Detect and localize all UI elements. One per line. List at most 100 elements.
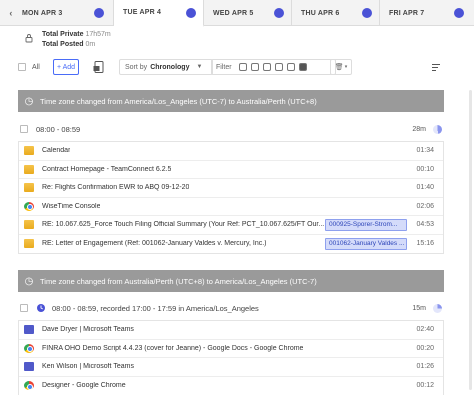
select-all-checkbox[interactable] — [18, 63, 26, 71]
filter-person-icon[interactable] — [238, 63, 247, 71]
totals-summary: Total Private 17h57m Total Posted 0m — [42, 30, 111, 50]
filter-link-icon[interactable] — [262, 63, 271, 71]
list-item[interactable]: RE: 10.067.625_Force Touch Filing Offici… — [19, 216, 443, 235]
folder-icon — [24, 183, 34, 193]
group-checkbox[interactable] — [20, 125, 28, 133]
activity-list: Calendar 01:34 Contract Homepage - TeamC… — [18, 141, 444, 254]
item-time: 01:40 — [416, 184, 434, 192]
item-title: RE: Letter of Engagement (Ref: 001062-Ja… — [42, 240, 267, 248]
document-icon[interactable] — [92, 60, 106, 74]
delete-button[interactable]: 🗑 ▾ — [330, 59, 352, 75]
item-time: 00:10 — [416, 165, 434, 173]
teams-icon — [24, 362, 34, 372]
item-title: FINRA OHO Demo Script 4.4.23 (cover for … — [42, 344, 304, 352]
group-time-range: 08:00 - 08:59, recorded 17:00 - 17:59 in… — [52, 303, 259, 313]
matter-tag[interactable]: 000925-Sporer-Strom... — [325, 218, 407, 231]
list-item[interactable]: Calendar 01:34 — [19, 142, 443, 161]
filter-lock-icon[interactable] — [298, 63, 307, 71]
group-checkbox[interactable] — [20, 304, 28, 312]
scrollbar[interactable] — [469, 90, 472, 390]
group-duration: 15m — [412, 304, 426, 312]
filter-bar: Filter — [211, 59, 336, 75]
menu-icon[interactable] — [432, 64, 440, 73]
item-time: 02:06 — [416, 202, 434, 210]
item-title: Ken Wilson | Microsoft Teams — [42, 363, 134, 371]
list-item[interactable]: Ken Wilson | Microsoft Teams 01:26 — [19, 358, 443, 377]
tab-thu[interactable]: THU APR 6 — [292, 0, 380, 26]
list-item[interactable]: WiseTime Console 02:06 — [19, 198, 443, 216]
filter-edit-icon[interactable] — [274, 63, 283, 71]
select-all[interactable]: All — [18, 63, 40, 71]
item-title: WiseTime Console — [42, 202, 101, 210]
list-item[interactable]: RE: Letter of Engagement (Ref: 001062-Ja… — [19, 235, 443, 254]
select-all-label: All — [32, 63, 40, 71]
chrome-icon — [24, 201, 34, 211]
item-time: 01:26 — [416, 363, 434, 371]
timezone-banner-text: Time zone changed from Australia/Perth (… — [40, 276, 317, 286]
status-dot-icon — [362, 8, 372, 18]
sort-dropdown[interactable]: Sort by Chronology ▼ — [119, 59, 213, 75]
timezone-banner-text: Time zone changed from America/Los_Angel… — [40, 96, 317, 106]
item-time: 15:16 — [416, 240, 434, 248]
sort-value: Chronology — [150, 63, 190, 71]
item-title: RE: 10.067.625_Force Touch Filing Offici… — [42, 221, 325, 229]
item-time: 00:20 — [416, 344, 434, 352]
chevron-down-icon: ▾ — [344, 64, 348, 70]
group-header: 08:00 - 08:59, recorded 17:00 - 17:59 in… — [18, 299, 444, 317]
item-time: 00:12 — [416, 382, 434, 390]
list-item[interactable]: Re: Flights Confirmation EWR to ABQ 09-1… — [19, 179, 443, 198]
item-time: 04:53 — [416, 221, 434, 229]
sort-prefix: Sort by — [125, 63, 148, 71]
chrome-icon — [24, 381, 34, 391]
status-dot-icon — [454, 8, 464, 18]
total-posted-value: 0m — [85, 41, 96, 48]
toolbar: All + Add Sort by Chronology ▼ Filter 🗑 ▾ — [18, 58, 444, 78]
total-private-value: 17h57m — [85, 31, 111, 38]
tab-label: FRI APR 7 — [389, 9, 425, 17]
item-time: 01:34 — [416, 147, 434, 155]
tab-wed[interactable]: WED APR 5 — [204, 0, 292, 26]
timezone-banner: ◷ Time zone changed from Australia/Perth… — [18, 270, 444, 292]
chevron-left-icon[interactable]: ‹ — [0, 8, 22, 18]
list-item[interactable]: Designer - Google Chrome 00:12 — [19, 377, 443, 396]
folder-icon — [24, 146, 34, 156]
clock-icon — [37, 304, 45, 312]
filter-copy-icon[interactable] — [286, 63, 295, 71]
group-header: 08:00 - 08:59 28m — [18, 120, 444, 138]
duration-pie-icon — [433, 124, 442, 134]
filter-tag-icon[interactable] — [250, 63, 259, 71]
teams-icon — [24, 325, 34, 335]
tab-fri[interactable]: FRI APR 7 — [380, 0, 474, 26]
status-dot-icon — [274, 8, 284, 18]
item-time: 02:40 — [416, 326, 434, 334]
list-item[interactable]: Contract Homepage - TeamConnect 6.2.5 00… — [19, 161, 443, 179]
total-private-label: Total Private — [42, 31, 84, 38]
chevron-down-icon: ▼ — [196, 64, 203, 70]
day-tabs: ‹ MON APR 3 TUE APR 4 WED APR 5 THU APR … — [0, 0, 474, 27]
activity-list: Dave Dryer | Microsoft Teams 02:40 FINRA… — [18, 320, 444, 395]
group-duration: 28m — [412, 125, 426, 133]
item-title: Designer - Google Chrome — [42, 382, 126, 390]
list-item[interactable]: Dave Dryer | Microsoft Teams 02:40 — [19, 321, 443, 340]
folder-icon — [24, 220, 34, 230]
tab-label: WED APR 5 — [213, 9, 254, 17]
item-title: Contract Homepage - TeamConnect 6.2.5 — [42, 165, 172, 173]
trash-icon: 🗑 — [334, 64, 344, 71]
add-button[interactable]: + Add — [53, 59, 79, 75]
chrome-icon — [24, 343, 34, 353]
tab-label: THU APR 6 — [301, 9, 340, 17]
list-item[interactable]: FINRA OHO Demo Script 4.4.23 (cover for … — [19, 340, 443, 358]
folder-icon — [24, 239, 34, 249]
lock-icon — [25, 34, 33, 43]
tab-mon[interactable]: ‹ MON APR 3 — [0, 0, 114, 26]
tab-label: MON APR 3 — [22, 9, 63, 17]
item-title: Re: Flights Confirmation EWR to ABQ 09-1… — [42, 184, 190, 192]
status-dot-icon — [94, 8, 104, 18]
item-title: Calendar — [42, 147, 71, 155]
item-title: Dave Dryer | Microsoft Teams — [42, 326, 134, 334]
group-time-range: 08:00 - 08:59 — [36, 124, 81, 134]
tab-label: TUE APR 4 — [123, 9, 162, 16]
matter-tag[interactable]: 001062-January Valdes ... — [325, 237, 407, 250]
filter-label: Filter — [216, 63, 232, 71]
tab-tue[interactable]: TUE APR 4 — [114, 0, 204, 27]
